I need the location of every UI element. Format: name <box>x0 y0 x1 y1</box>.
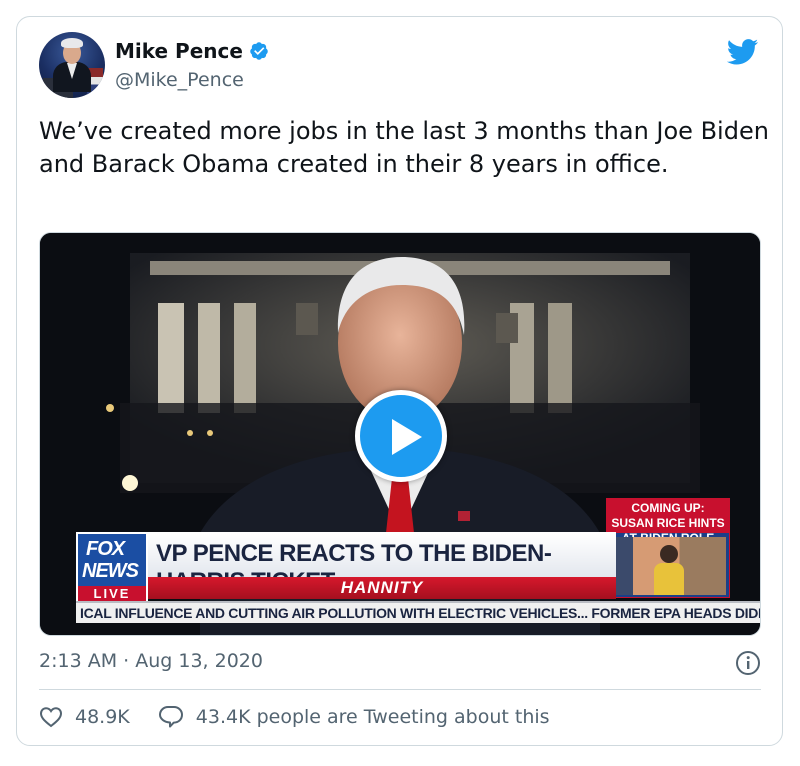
divider <box>39 689 761 690</box>
show-bar: HANNITY <box>148 577 616 599</box>
author-name[interactable]: Mike Pence <box>115 39 243 63</box>
play-icon <box>392 419 422 455</box>
speech-bubble-icon[interactable] <box>158 705 184 729</box>
like-action[interactable]: 48.9K <box>39 706 130 728</box>
news-ticker: ICAL INFLUENCE AND CUTTING AIR POLLUTION… <box>76 601 761 623</box>
avatar[interactable] <box>39 32 105 98</box>
coming-up-thumbnail <box>610 537 726 595</box>
network-live-tag: LIVE <box>78 586 146 602</box>
reply-action[interactable]: 43.4K people are Tweeting about this <box>158 705 550 729</box>
tweet-text: We’ve created more jobs in the last 3 mo… <box>39 117 769 178</box>
network-logo-top: FOX <box>86 538 125 560</box>
tweeting-count[interactable]: 43.4K people are Tweeting about this <box>196 706 550 728</box>
show-name: HANNITY <box>340 578 424 597</box>
tweet-card[interactable]: Mike Pence @Mike_Pence We’ve created mor… <box>16 16 783 746</box>
tweet-actions: 48.9K 43.4K people are Tweeting about th… <box>39 705 550 729</box>
coming-up-box: COMING UP: SUSAN RICE HINTS AT BIDEN ROL… <box>606 498 730 598</box>
twitter-bird-icon[interactable] <box>727 39 759 65</box>
thumbnail-figure-body <box>654 563 684 595</box>
like-count[interactable]: 48.9K <box>75 706 130 728</box>
tweet-timestamp[interactable]: 2:13 AM · Aug 13, 2020 <box>39 650 263 672</box>
headline-bar: VP PENCE REACTS TO THE BIDEN-HARRIS TICK… <box>148 532 616 595</box>
coming-up-label: COMING UP: SUSAN RICE HINTS AT BIDEN ROL… <box>607 499 729 545</box>
verified-badge-icon <box>250 42 268 60</box>
video-player[interactable]: COMING UP: SUSAN RICE HINTS AT BIDEN ROL… <box>39 232 761 636</box>
avatar-hair <box>61 38 83 48</box>
heart-icon[interactable] <box>39 706 63 728</box>
network-logo: FOX NEWS LIVE <box>76 532 148 602</box>
author-handle[interactable]: @Mike_Pence <box>115 69 244 91</box>
thumbnail-figure-head <box>660 545 678 563</box>
network-logo-bottom: NEWS <box>82 560 139 582</box>
author-name-row[interactable]: Mike Pence <box>115 39 269 63</box>
info-icon[interactable] <box>735 650 761 676</box>
play-button[interactable] <box>355 390 447 482</box>
ticker-text: ICAL INFLUENCE AND CUTTING AIR POLLUTION… <box>80 605 761 621</box>
